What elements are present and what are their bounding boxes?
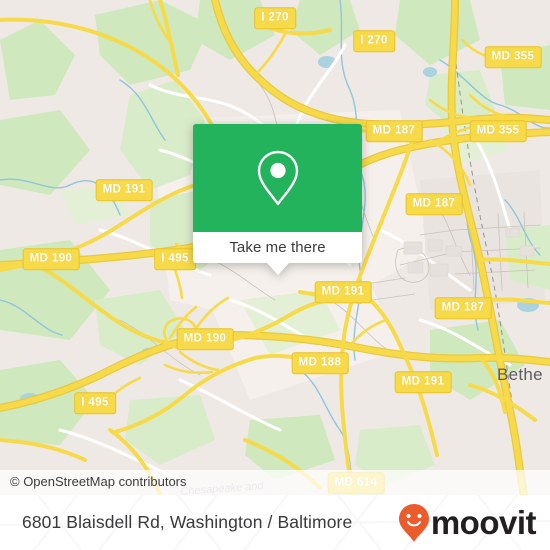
road-shield[interactable]: MD 191 (314, 281, 372, 303)
popup-footer[interactable]: Take me there (193, 232, 362, 275)
location-popup-card[interactable]: Take me there (193, 124, 362, 275)
moovit-pin-smiley-icon (398, 503, 429, 542)
road-shield[interactable]: I 270 (353, 30, 395, 52)
road-shield[interactable]: MD 187 (365, 120, 423, 142)
moovit-wordmark: moovit (430, 504, 537, 541)
road-shield[interactable]: MD 190 (22, 248, 80, 270)
map-pin-icon (257, 150, 298, 206)
footer-bar: 6801 Blaisdell Rd, Washington / Baltimor… (0, 495, 550, 550)
screenshot-root: .park { fill:#cfe8bd; } .park2 { fill:#d… (0, 0, 550, 550)
road-shield[interactable]: I 270 (254, 7, 296, 29)
road-shield[interactable]: MD 191 (394, 371, 452, 393)
popup-header (193, 124, 362, 232)
road-shield[interactable]: MD 187 (405, 193, 463, 215)
road-shield[interactable]: I 495 (74, 392, 116, 414)
road-shield[interactable]: MD 190 (176, 328, 234, 350)
popup-pointer (266, 263, 289, 275)
address-label: 6801 Blaisdell Rd, Washington / Baltimor… (22, 512, 353, 532)
road-shield[interactable]: MD 187 (434, 297, 492, 319)
road-shield[interactable]: I 495 (154, 248, 196, 270)
road-shield[interactable]: MD 355 (469, 120, 527, 142)
take-me-there-label: Take me there (229, 239, 326, 256)
road-shield[interactable]: MD 191 (95, 179, 153, 201)
map-attribution[interactable]: © OpenStreetMap contributors (0, 469, 550, 495)
moovit-logo[interactable]: moovit (398, 503, 537, 543)
place-label-bethesda: Bethe (497, 365, 543, 384)
road-shield[interactable]: MD 188 (291, 352, 349, 374)
road-shield[interactable]: MD 355 (484, 46, 542, 68)
